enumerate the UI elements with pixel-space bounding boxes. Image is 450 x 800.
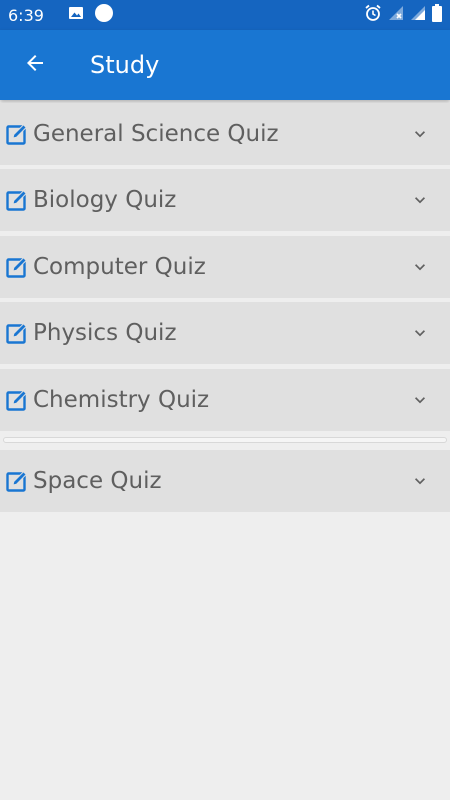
list-divider [3, 437, 447, 443]
battery-icon [432, 3, 442, 27]
quiz-label: Biology Quiz [33, 187, 177, 213]
quiz-label: Physics Quiz [33, 320, 177, 346]
quiz-label: General Science Quiz [33, 121, 279, 147]
quiz-item-space[interactable]: Space Quiz [0, 450, 450, 512]
status-right [364, 3, 442, 27]
quiz-item-chemistry[interactable]: Chemistry Quiz [0, 369, 450, 431]
edit-icon [2, 321, 32, 345]
image-icon [68, 5, 84, 26]
status-time: 6:39 [8, 5, 44, 25]
circle-icon [94, 3, 114, 28]
quiz-item-general-science[interactable]: General Science Quiz [0, 103, 450, 165]
quiz-item-physics[interactable]: Physics Quiz [0, 302, 450, 364]
edit-icon [2, 188, 32, 212]
status-left: 6:39 [8, 3, 114, 28]
page-title: Study [90, 51, 160, 79]
edit-icon [2, 388, 32, 412]
chevron-down-icon[interactable] [390, 323, 450, 343]
edit-icon [2, 469, 32, 493]
quiz-label: Space Quiz [33, 468, 162, 494]
chevron-down-icon[interactable] [390, 190, 450, 210]
chevron-down-icon[interactable] [390, 390, 450, 410]
chevron-down-icon[interactable] [390, 124, 450, 144]
signal-x-icon [388, 5, 404, 26]
chevron-down-icon[interactable] [390, 471, 450, 491]
quiz-label: Chemistry Quiz [33, 387, 210, 413]
quiz-label: Computer Quiz [33, 254, 206, 280]
edit-icon [2, 255, 32, 279]
status-bar: 6:39 [0, 0, 450, 30]
quiz-item-computer[interactable]: Computer Quiz [0, 236, 450, 298]
quiz-item-biology[interactable]: Biology Quiz [0, 169, 450, 231]
arrow-back-icon [23, 51, 47, 80]
chevron-down-icon[interactable] [390, 257, 450, 277]
app-bar: Study [0, 30, 450, 100]
back-button[interactable] [0, 30, 70, 100]
edit-icon [2, 122, 32, 146]
signal-icon [410, 5, 426, 26]
alarm-icon [364, 4, 382, 27]
